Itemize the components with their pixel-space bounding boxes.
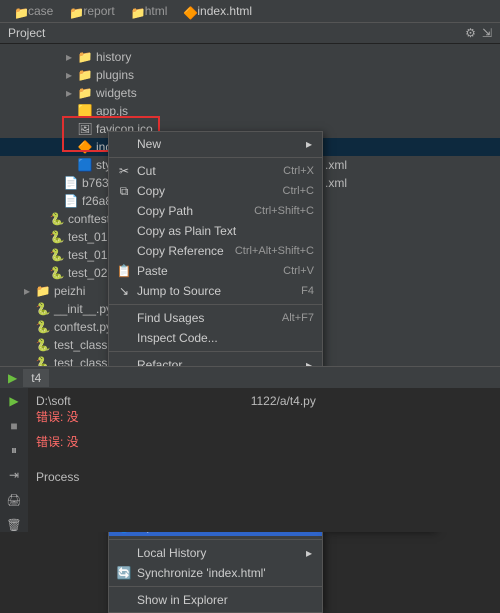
chevron-right-icon[interactable]: ▸ bbox=[64, 68, 74, 82]
menu-synchronize[interactable]: 🔄Synchronize 'index.html' bbox=[109, 563, 322, 583]
jump-icon: ↘ bbox=[117, 284, 131, 298]
copy-icon: ⧉ bbox=[117, 184, 131, 198]
run-tab[interactable]: t4 bbox=[23, 369, 49, 387]
menu-local-history[interactable]: Local History▸ bbox=[109, 543, 322, 563]
run-icon: ▶ bbox=[8, 371, 17, 385]
menu-copy[interactable]: ⧉CopyCtrl+C bbox=[109, 181, 322, 201]
menu-separator bbox=[109, 351, 322, 352]
folder-icon: 📁 bbox=[69, 6, 79, 16]
tree-folder-plugins[interactable]: ▸📁plugins bbox=[0, 66, 500, 84]
python-icon: 🐍 bbox=[50, 266, 64, 280]
menu-copy-plain[interactable]: Copy as Plain Text bbox=[109, 221, 322, 241]
python-icon: 🐍 bbox=[36, 302, 50, 316]
rerun-button[interactable]: ▶ bbox=[6, 394, 22, 409]
menu-separator bbox=[109, 539, 322, 540]
folder-icon: 📁 bbox=[36, 284, 50, 298]
menu-separator bbox=[109, 304, 322, 305]
tree-file-xml2[interactable]: .xml bbox=[325, 176, 347, 190]
editor-tabs: 📁 case 📁 report 📁 html 🔶 index.html bbox=[0, 0, 500, 22]
html-icon: 🔶 bbox=[183, 6, 193, 16]
folder-icon: 📁 bbox=[131, 6, 141, 16]
menu-jump[interactable]: ↘Jump to SourceF4 bbox=[109, 281, 322, 301]
tree-folder-history[interactable]: ▸📁history bbox=[0, 48, 500, 66]
menu-separator bbox=[109, 586, 322, 587]
trash-button[interactable]: 🗑 bbox=[6, 517, 22, 532]
html-icon: 🔶 bbox=[78, 140, 92, 154]
image-icon: 🖼 bbox=[78, 122, 92, 136]
console-process: Process bbox=[36, 470, 492, 484]
console-error-1: 错误: 没 bbox=[36, 408, 492, 425]
python-icon: 🐍 bbox=[50, 212, 64, 226]
menu-inspect[interactable]: Inspect Code... bbox=[109, 328, 322, 348]
print-button[interactable]: 🖨 bbox=[6, 493, 22, 508]
step-button[interactable]: ⇥ bbox=[6, 468, 22, 483]
collapse-icon[interactable]: ⇲ bbox=[482, 26, 492, 40]
paste-icon: 📋 bbox=[117, 264, 131, 278]
folder-icon: 📁 bbox=[14, 6, 24, 16]
js-icon: 🟨 bbox=[78, 104, 92, 118]
tab-index-html[interactable]: 🔶 index.html bbox=[177, 4, 258, 18]
menu-paste[interactable]: 📋PasteCtrl+V bbox=[109, 261, 322, 281]
gear-icon[interactable]: ⚙ bbox=[465, 26, 476, 40]
python-icon: 🐍 bbox=[36, 320, 50, 334]
menu-find-usages[interactable]: Find UsagesAlt+F7 bbox=[109, 308, 322, 328]
run-gutter: ▶ ■ ⏸ ⇥ 🖨 🗑 bbox=[0, 388, 28, 532]
project-panel-header: Project ⚙ ⇲ bbox=[0, 22, 500, 44]
menu-copy-ref[interactable]: Copy ReferenceCtrl+Alt+Shift+C bbox=[109, 241, 322, 261]
tab-label: case bbox=[28, 4, 53, 18]
cut-icon: ✂ bbox=[117, 164, 131, 178]
run-panel: ▶ t4 ▶ ■ ⏸ ⇥ 🖨 🗑 D:\soft 1122/a/t4.py 错误:… bbox=[0, 366, 500, 532]
chevron-right-icon[interactable]: ▸ bbox=[64, 86, 74, 100]
stop-button[interactable]: ■ bbox=[6, 419, 22, 434]
tab-label: html bbox=[145, 4, 168, 18]
tab-report[interactable]: 📁 report bbox=[63, 4, 120, 18]
folder-icon: 📁 bbox=[78, 50, 92, 64]
console-path-tail: 1122/a/t4.py bbox=[251, 394, 316, 408]
console-error-2: 错误: 没 bbox=[36, 433, 492, 450]
tab-label: index.html bbox=[197, 4, 252, 18]
chevron-right-icon[interactable]: ▸ bbox=[64, 50, 74, 64]
folder-icon: 📁 bbox=[78, 68, 92, 82]
pause-button[interactable]: ⏸ bbox=[6, 443, 22, 458]
menu-separator bbox=[109, 157, 322, 158]
tree-folder-widgets[interactable]: ▸📁widgets bbox=[0, 84, 500, 102]
tree-file-app-js[interactable]: 🟨app.js bbox=[0, 102, 500, 120]
menu-cut[interactable]: ✂CutCtrl+X bbox=[109, 161, 322, 181]
menu-new[interactable]: New▸ bbox=[109, 134, 322, 154]
menu-copy-path[interactable]: Copy PathCtrl+Shift+C bbox=[109, 201, 322, 221]
python-icon: 🐍 bbox=[50, 248, 64, 262]
file-icon: 📄 bbox=[64, 176, 78, 190]
chevron-right-icon: ▸ bbox=[306, 137, 314, 151]
file-icon: 📄 bbox=[64, 194, 78, 208]
console-output[interactable]: D:\soft 1122/a/t4.py 错误: 没 错误: 没 Process bbox=[28, 388, 500, 532]
python-icon: 🐍 bbox=[36, 338, 50, 352]
tree-file-xml1[interactable]: .xml bbox=[325, 158, 347, 172]
folder-icon: 📁 bbox=[78, 86, 92, 100]
tab-html[interactable]: 📁 html bbox=[125, 4, 174, 18]
run-panel-header: ▶ t4 bbox=[0, 366, 500, 388]
menu-show-explorer[interactable]: Show in Explorer bbox=[109, 590, 322, 610]
console-path: D:\soft bbox=[36, 394, 71, 408]
tab-case[interactable]: 📁 case bbox=[8, 4, 59, 18]
chevron-right-icon[interactable]: ▸ bbox=[22, 284, 32, 298]
tab-label: report bbox=[83, 4, 114, 18]
project-panel-title: Project bbox=[8, 26, 45, 40]
sync-icon: 🔄 bbox=[117, 566, 131, 580]
python-icon: 🐍 bbox=[50, 230, 64, 244]
css-icon: 🟦 bbox=[78, 158, 92, 172]
chevron-right-icon: ▸ bbox=[306, 546, 314, 560]
